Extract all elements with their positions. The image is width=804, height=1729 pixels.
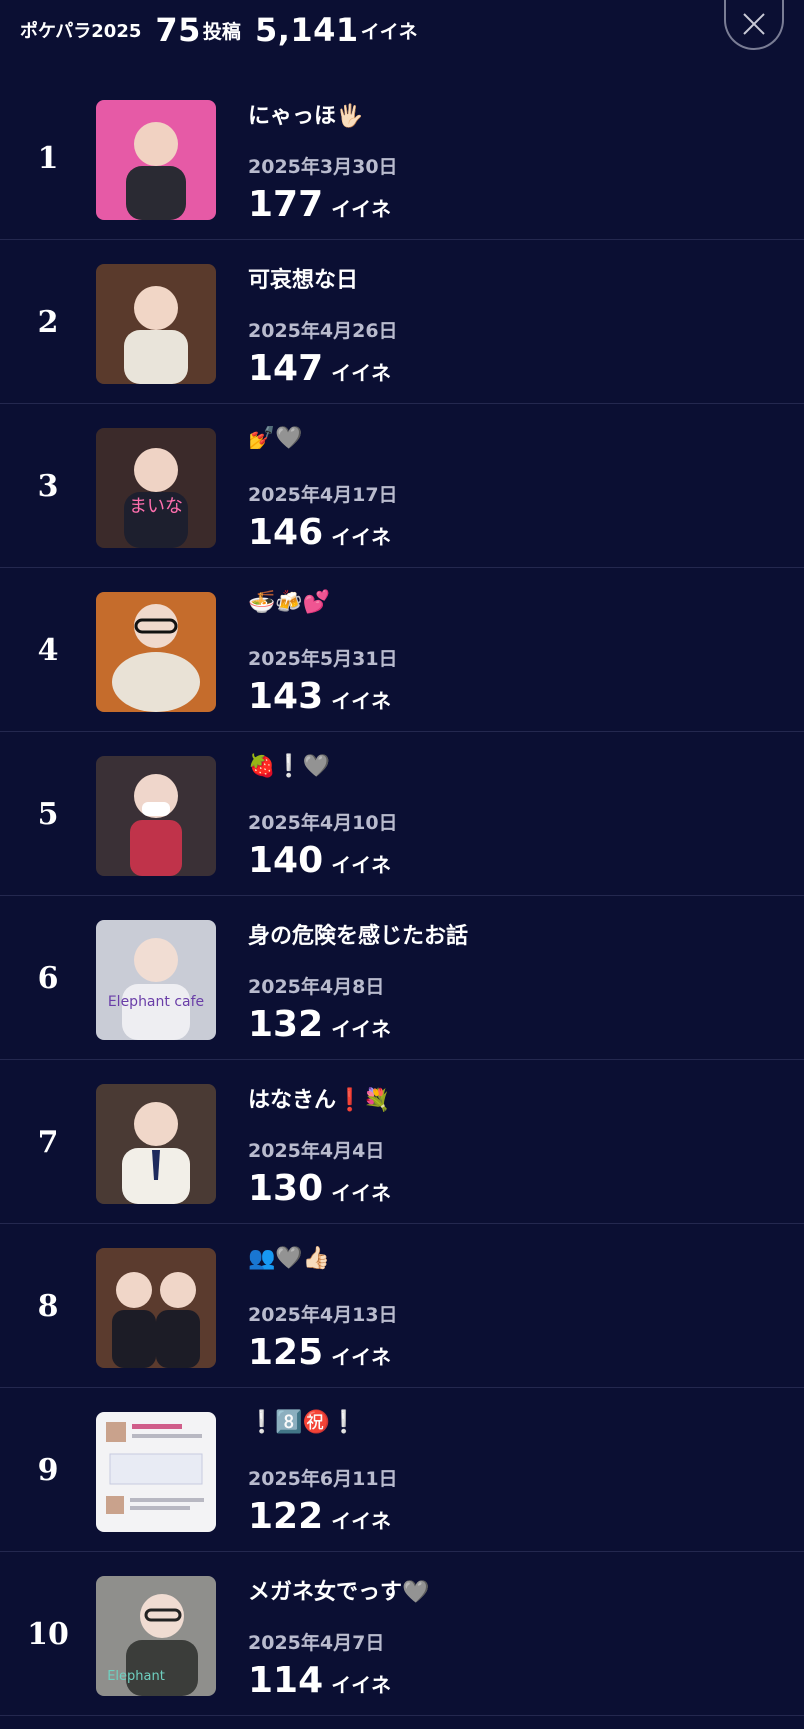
post-thumbnail[interactable] xyxy=(96,592,216,712)
post-title[interactable]: 身の危険を感じたお話 xyxy=(248,918,468,950)
post-title[interactable]: メガネ女でっす🩶 xyxy=(248,1574,429,1606)
likes-count: 143 xyxy=(248,676,324,717)
post-row[interactable]: 7 はなきん❗️💐 2025年4月4日 130 イイネ xyxy=(0,1060,804,1224)
post-row[interactable]: 8 👥🩶👍🏻 2025年4月13日 125 イイネ xyxy=(0,1224,804,1388)
post-title[interactable]: にゃっほ🖐🏻 xyxy=(248,98,363,130)
post-thumbnail[interactable]: まいな xyxy=(96,428,216,548)
likes-label: イイネ xyxy=(331,197,392,221)
header: ポケパラ2025 75 投稿 5,141 イイネ xyxy=(0,0,804,60)
post-row[interactable]: 2 可哀想な日 2025年4月26日 147 イイネ xyxy=(0,240,804,404)
post-likes: 132 イイネ xyxy=(248,1004,391,1045)
post-date: 2025年4月7日 xyxy=(248,1632,385,1654)
likes-count: 114 xyxy=(248,1660,324,1701)
rank-number: 10 xyxy=(27,1616,69,1652)
post-thumbnail[interactable] xyxy=(96,1412,216,1532)
likes-count: 122 xyxy=(248,1496,324,1537)
likes-total-label: イイネ xyxy=(360,20,418,43)
likes-label: イイネ xyxy=(331,689,392,713)
likes-label: イイネ xyxy=(331,525,392,549)
post-thumbnail[interactable]: Elephant xyxy=(96,1576,216,1696)
post-row[interactable]: 1 にゃっほ🖐🏻 2025年3月30日 177 イイネ xyxy=(0,76,804,240)
likes-count: 130 xyxy=(248,1168,324,1209)
post-date: 2025年6月11日 xyxy=(248,1468,398,1490)
post-title[interactable]: ❕8️⃣㊗️❕ xyxy=(248,1410,358,1435)
likes-count: 140 xyxy=(248,840,324,881)
likes-count: 177 xyxy=(248,184,324,225)
likes-count: 132 xyxy=(248,1004,324,1045)
post-title[interactable]: 可哀想な日 xyxy=(248,262,358,294)
post-row[interactable]: 6 Elephant cafe 身の危険を感じたお話 2025年4月8日 132… xyxy=(0,896,804,1060)
post-thumbnail[interactable] xyxy=(96,756,216,876)
likes-count: 125 xyxy=(248,1332,324,1373)
post-likes: 147 イイネ xyxy=(248,348,391,389)
post-title[interactable]: 🍓❕🩶 xyxy=(248,754,330,779)
post-row[interactable]: 10 Elephant メガネ女でっす🩶 2025年4月7日 114 イイネ xyxy=(0,1552,804,1716)
close-button[interactable] xyxy=(724,0,784,50)
likes-count: 147 xyxy=(248,348,324,389)
post-date: 2025年5月31日 xyxy=(248,648,398,670)
post-title[interactable]: 💅🩶 xyxy=(248,426,303,451)
post-likes: 125 イイネ xyxy=(248,1332,391,1373)
post-likes: 177 イイネ xyxy=(248,184,391,225)
posts-label: 投稿 xyxy=(202,20,241,43)
likes-total: 5,141 xyxy=(254,11,359,49)
likes-count: 146 xyxy=(248,512,324,553)
likes-label: イイネ xyxy=(331,853,392,877)
likes-label: イイネ xyxy=(331,1509,392,1533)
rank-number: 8 xyxy=(37,1288,59,1324)
post-row[interactable]: 5 🍓❕🩶 2025年4月10日 140 イイネ xyxy=(0,732,804,896)
post-title[interactable]: 👥🩶👍🏻 xyxy=(248,1246,330,1271)
ranking-list: 1 にゃっほ🖐🏻 2025年3月30日 177 イイネ 2 可哀想な日 2025年… xyxy=(0,76,804,1716)
likes-label: イイネ xyxy=(331,1345,392,1369)
close-icon xyxy=(743,13,765,35)
post-likes: 122 イイネ xyxy=(248,1496,391,1537)
post-date: 2025年4月8日 xyxy=(248,976,385,998)
post-date: 2025年4月4日 xyxy=(248,1140,385,1162)
post-row[interactable]: 3 まいな 💅🩶 2025年4月17日 146 イイネ xyxy=(0,404,804,568)
post-likes: 130 イイネ xyxy=(248,1168,391,1209)
rank-number: 2 xyxy=(37,304,59,340)
rank-number: 5 xyxy=(37,796,59,832)
likes-label: イイネ xyxy=(331,1181,392,1205)
post-likes: 114 イイネ xyxy=(248,1660,391,1701)
post-date: 2025年4月10日 xyxy=(248,812,398,834)
svg-text:Elephant: Elephant xyxy=(107,1669,165,1684)
post-title[interactable]: はなきん❗️💐 xyxy=(248,1082,391,1114)
post-thumbnail[interactable] xyxy=(96,264,216,384)
post-thumbnail[interactable] xyxy=(96,1084,216,1204)
posts-count: 75 xyxy=(155,11,201,49)
likes-label: イイネ xyxy=(331,1017,392,1041)
rank-number: 4 xyxy=(37,632,59,668)
rank-number: 3 xyxy=(37,468,59,504)
post-likes: 140 イイネ xyxy=(248,840,391,881)
rank-number: 7 xyxy=(37,1124,59,1160)
post-title[interactable]: 🍜🍻💕 xyxy=(248,590,330,615)
post-likes: 143 イイネ xyxy=(248,676,391,717)
likes-label: イイネ xyxy=(331,361,392,385)
rank-number: 6 xyxy=(37,960,59,996)
post-thumbnail[interactable]: Elephant cafe xyxy=(96,920,216,1040)
rank-number: 9 xyxy=(37,1452,59,1488)
post-row[interactable]: 4 🍜🍻💕 2025年5月31日 143 イイネ xyxy=(0,568,804,732)
post-likes: 146 イイネ xyxy=(248,512,391,553)
post-date: 2025年3月30日 xyxy=(248,156,398,178)
likes-label: イイネ xyxy=(331,1673,392,1697)
svg-text:Elephant cafe: Elephant cafe xyxy=(108,994,204,1010)
post-date: 2025年4月13日 xyxy=(248,1304,398,1326)
rank-number: 1 xyxy=(37,140,59,176)
post-date: 2025年4月26日 xyxy=(248,320,398,342)
post-thumbnail[interactable] xyxy=(96,1248,216,1368)
svg-text:まいな: まいな xyxy=(129,496,183,517)
post-thumbnail[interactable] xyxy=(96,100,216,220)
post-row[interactable]: 9 ❕8️⃣㊗️❕ 2025年6月11日 122 イイネ xyxy=(0,1388,804,1552)
app-title: ポケパラ2025 xyxy=(20,21,142,42)
post-date: 2025年4月17日 xyxy=(248,484,398,506)
